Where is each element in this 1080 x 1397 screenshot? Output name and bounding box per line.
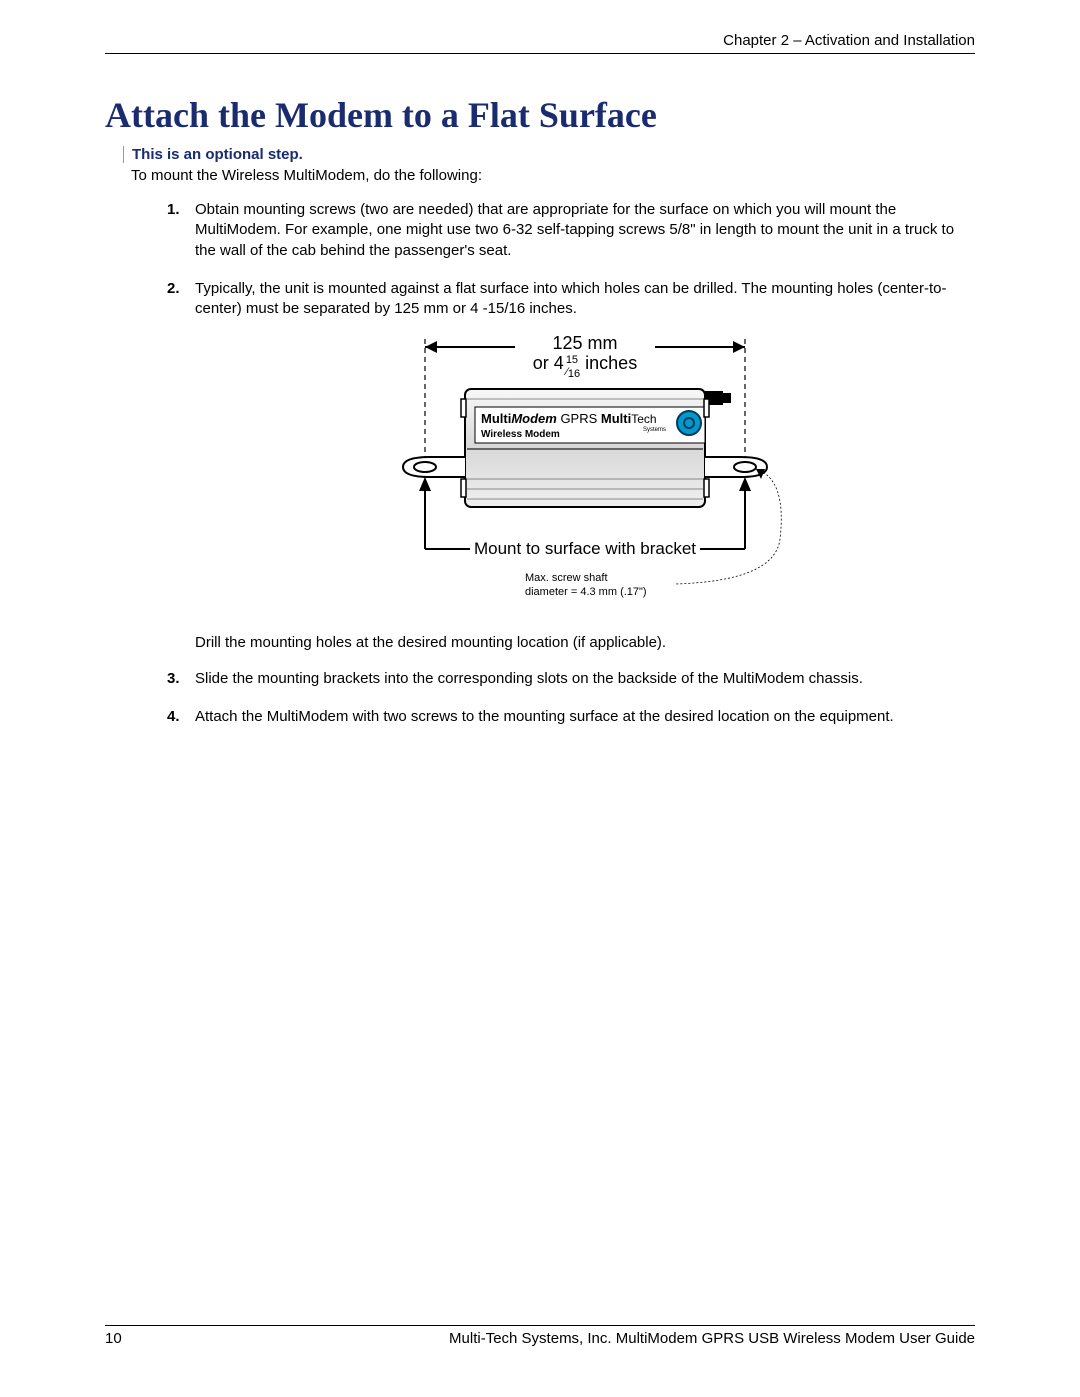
post-diagram-text: Drill the mounting holes at the desired … <box>195 634 975 651</box>
step-num: 2. <box>167 279 180 299</box>
page-number: 10 <box>105 1330 122 1347</box>
step-num: 3. <box>167 669 180 689</box>
guide-title: Multi-Tech Systems, Inc. MultiModem GPRS… <box>449 1330 975 1347</box>
step-text: Slide the mounting brackets into the cor… <box>195 670 863 687</box>
svg-text:Wireless Modem: Wireless Modem <box>481 429 560 440</box>
step-text: Attach the MultiModem with two screws to… <box>195 708 894 725</box>
page-footer: 10 Multi-Tech Systems, Inc. MultiModem G… <box>105 1325 975 1347</box>
dim-125mm: 125 mm <box>552 333 617 353</box>
step-3: 3. Slide the mounting brackets into the … <box>195 669 975 689</box>
step-1: 1. Obtain mounting screws (two are neede… <box>195 200 975 261</box>
step-text: Obtain mounting screws (two are needed) … <box>195 201 954 259</box>
chapter-header: Chapter 2 – Activation and Installation <box>105 32 975 54</box>
step-num: 4. <box>167 707 180 727</box>
intro-text: To mount the Wireless MultiModem, do the… <box>131 167 975 184</box>
svg-text:Systems: Systems <box>643 427 666 433</box>
step-2: 2. Typically, the unit is mounted agains… <box>195 279 975 616</box>
screw-note-2: diameter = 4.3 mm (.17") <box>525 586 647 598</box>
svg-text:MultiModem GPRS MultiTech: MultiModem GPRS MultiTech <box>481 411 657 426</box>
screw-note-1: Max. screw shaft <box>525 572 608 584</box>
steps-list: 1. Obtain mounting screws (two are neede… <box>195 200 975 616</box>
step-4: 4. Attach the MultiModem with two screws… <box>195 707 975 727</box>
mounting-diagram: 125 mm or 415⁄16 inches <box>195 329 975 615</box>
steps-list-continued: 3. Slide the mounting brackets into the … <box>195 669 975 728</box>
bracket-label: Mount to surface with bracket <box>474 539 696 558</box>
optional-note: This is an optional step. <box>123 146 303 163</box>
step-text: Typically, the unit is mounted against a… <box>195 280 947 317</box>
page-title: Attach the Modem to a Flat Surface <box>105 94 975 136</box>
svg-text:or 415⁄16 inches: or 415⁄16 inches <box>533 353 637 380</box>
step-num: 1. <box>167 200 180 220</box>
